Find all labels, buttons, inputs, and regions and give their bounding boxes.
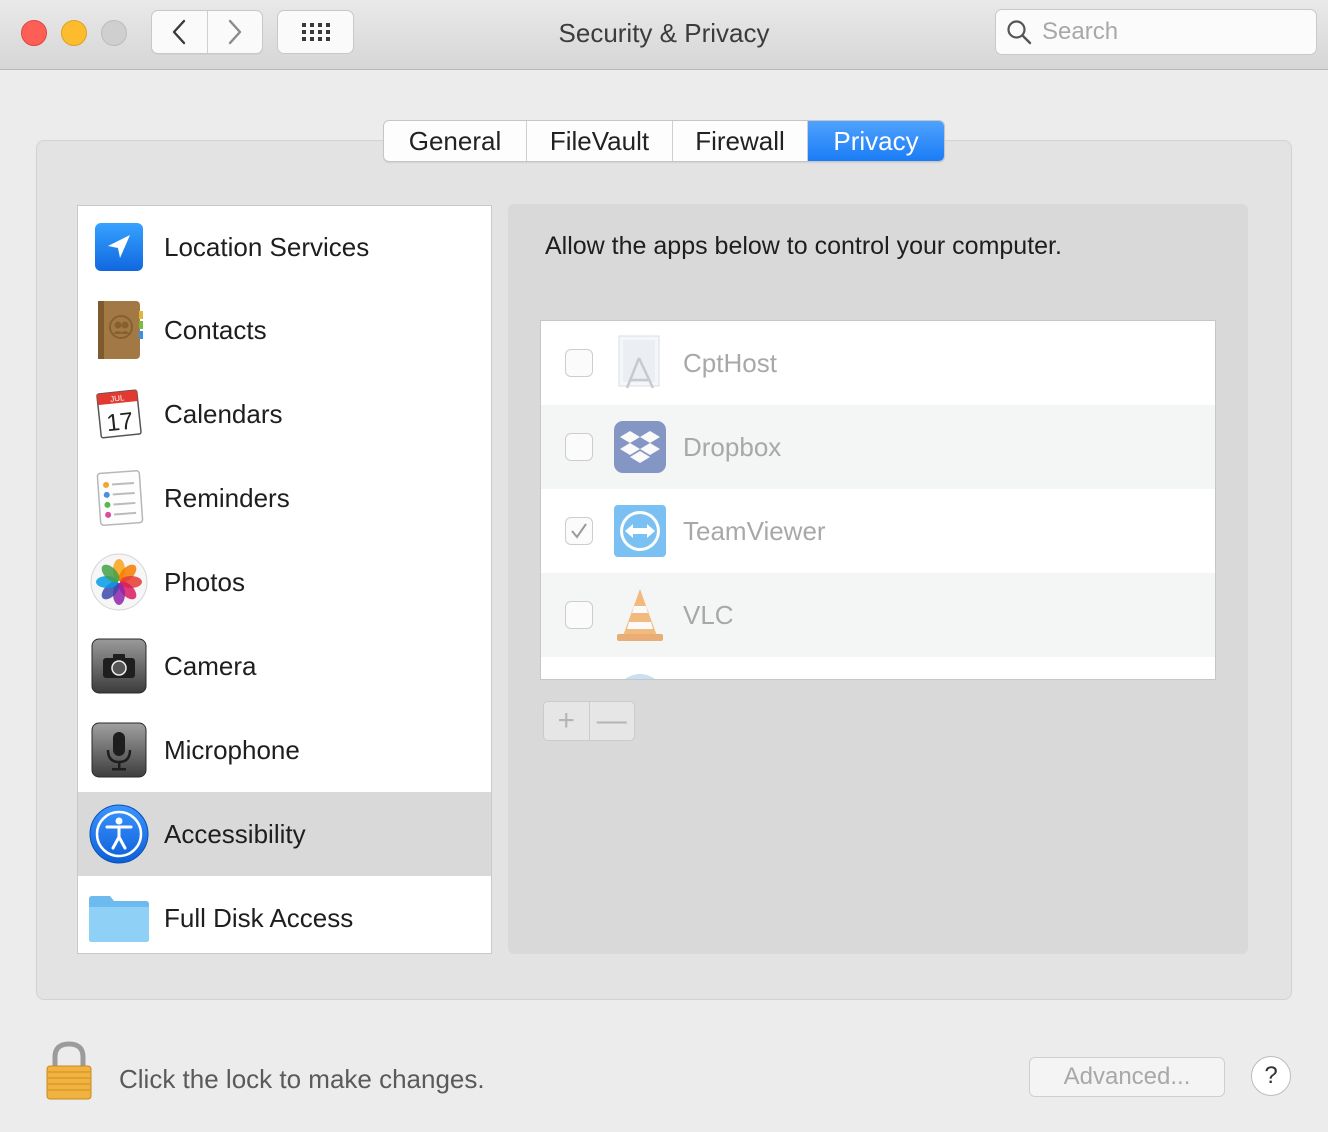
app-row-vlc: VLC [541,573,1215,657]
help-button[interactable]: ? [1251,1056,1291,1096]
category-label: Calendars [164,398,283,429]
category-contacts[interactable]: Contacts [78,288,491,372]
tab-filevault[interactable]: FileVault [527,121,673,161]
privacy-category-list: Location Services Contacts JUL 17 Calend… [77,205,492,954]
category-location-services[interactable]: Location Services [78,206,491,288]
category-label: Reminders [164,482,290,513]
search-field[interactable] [995,9,1317,55]
location-arrow-icon [88,216,150,278]
photos-flower-icon [88,551,150,613]
title-bar: Security & Privacy [0,0,1328,70]
category-label: Camera [164,650,257,681]
app-checkbox[interactable] [565,433,593,461]
category-label: Contacts [164,314,267,345]
search-icon [1007,20,1032,45]
category-label: Accessibility [164,818,306,849]
app-name: VLC [683,599,734,630]
app-row-dropbox: Dropbox [541,405,1215,489]
teamviewer-icon [611,502,669,560]
tab-general[interactable]: General [384,121,527,161]
category-label: Location Services [164,231,370,262]
category-photos[interactable]: Photos [78,540,491,624]
tab-privacy[interactable]: Privacy [808,121,944,161]
tab-bar: General FileVault Firewall Privacy [383,120,945,162]
lock-icon[interactable] [44,1040,94,1102]
accessibility-icon [88,803,150,865]
camera-icon [88,635,150,697]
microphone-icon [88,719,150,781]
category-label: Microphone [164,734,300,765]
lock-message: Click the lock to make changes. [119,1064,485,1094]
calendar-icon: JUL 17 [88,383,150,445]
app-row-teamviewer: TeamViewer [541,489,1215,573]
category-camera[interactable]: Camera [78,624,491,708]
add-remove-group: + — [543,701,635,741]
app-name: Dropbox [683,431,782,462]
category-microphone[interactable]: Microphone [78,708,491,792]
detail-heading: Allow the apps below to control your com… [545,232,1062,260]
contacts-book-icon [88,299,150,361]
remove-app-button[interactable]: — [588,702,635,740]
vlc-cone-icon [611,586,669,644]
category-label: Full Disk Access [164,902,354,933]
app-list: CptHost Dropbox TeamViewer VLC [540,320,1216,680]
tab-firewall[interactable]: Firewall [673,121,808,161]
app-checkbox[interactable] [565,601,593,629]
category-label: Photos [164,566,245,597]
checkmark-icon [571,523,587,539]
category-calendars[interactable]: JUL 17 Calendars [78,372,491,456]
dropbox-icon [611,418,669,476]
search-input[interactable] [1042,18,1302,46]
category-full-disk-access[interactable]: Full Disk Access [78,876,491,953]
app-checkbox[interactable] [565,349,593,377]
app-checkbox[interactable] [565,517,593,545]
calendar-day: 17 [105,408,134,438]
calendar-month: JUL [110,393,126,403]
app-name: CptHost [683,347,777,378]
app-generic-icon [611,670,669,679]
app-row-partial [541,657,1215,679]
app-row-cpthost: CptHost [541,321,1215,405]
category-reminders[interactable]: Reminders [78,456,491,540]
add-app-button[interactable]: + [544,702,589,740]
advanced-button[interactable]: Advanced... [1029,1057,1225,1097]
category-accessibility[interactable]: Accessibility [78,792,491,876]
app-generic-icon [611,334,669,392]
folder-icon [88,887,150,949]
reminders-icon [88,467,150,529]
app-name: TeamViewer [683,515,826,546]
